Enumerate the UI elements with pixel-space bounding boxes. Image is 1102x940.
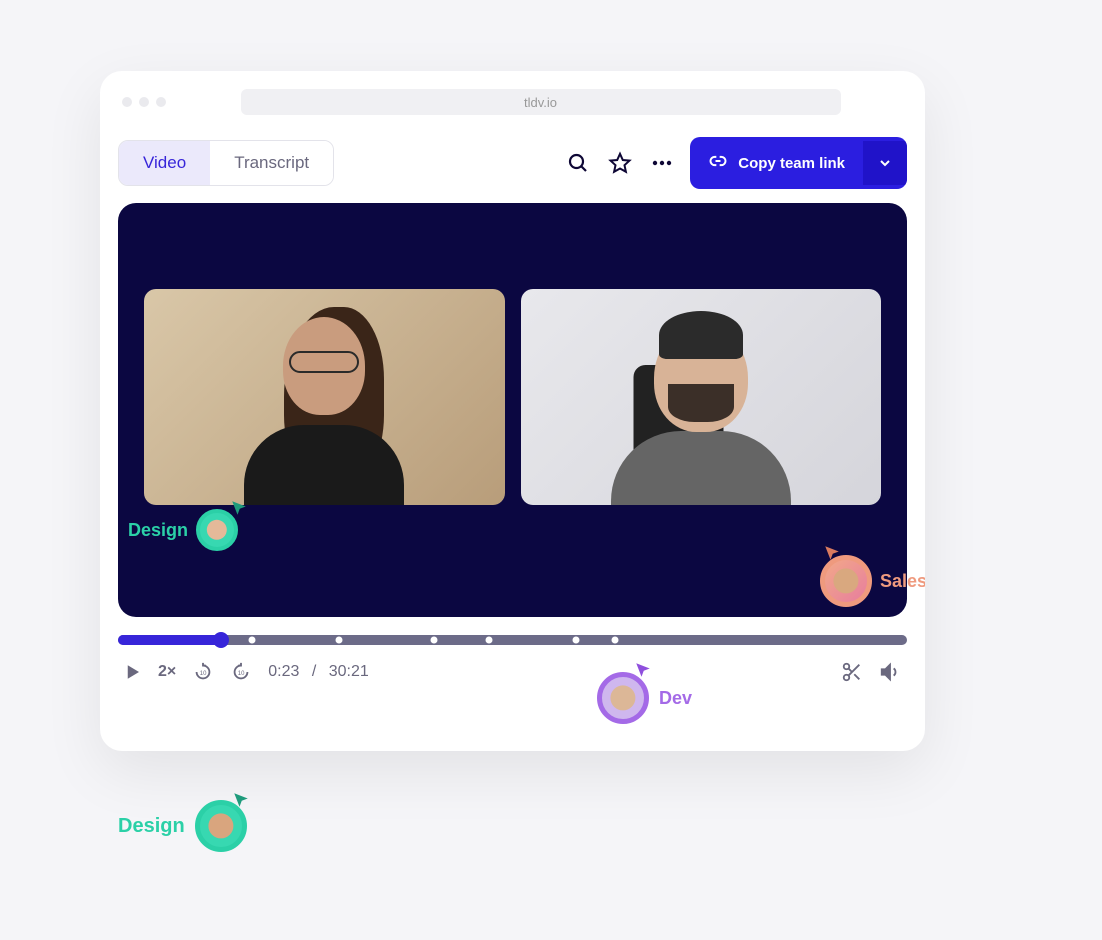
forward-10-icon[interactable]: 10 — [230, 661, 252, 683]
more-icon[interactable] — [648, 149, 676, 177]
progress-marker[interactable] — [249, 637, 256, 644]
progress-marker[interactable] — [430, 637, 437, 644]
progress-marker[interactable] — [485, 637, 492, 644]
link-icon — [708, 151, 728, 175]
dot — [122, 97, 132, 107]
copy-team-link-main[interactable]: Copy team link — [690, 137, 863, 189]
cursor-design-avatar — [196, 509, 238, 551]
dot — [139, 97, 149, 107]
toolbar: Video Transcript Copy team link — [100, 125, 925, 203]
player-controls: 2× 10 10 0:23 / 30:21 — [100, 645, 925, 683]
video-progress-bar[interactable] — [118, 635, 907, 645]
cursor-sales-label: Sales — [880, 571, 925, 592]
duration: 30:21 — [329, 663, 369, 680]
progress-thumb[interactable] — [213, 632, 229, 648]
copy-team-link-label: Copy team link — [738, 155, 845, 172]
rewind-10-icon[interactable]: 10 — [192, 661, 214, 683]
cursor-sales: Sales — [820, 555, 925, 607]
cursor-dev-avatar — [597, 672, 649, 724]
video-tile-participant-1 — [144, 289, 505, 505]
scissors-icon[interactable] — [841, 661, 863, 683]
cursor-design-outside-label: Design — [118, 815, 185, 838]
progress-fill — [118, 635, 221, 645]
playback-speed-button[interactable]: 2× — [158, 663, 176, 681]
tab-group: Video Transcript — [118, 140, 334, 186]
time-separator: / — [312, 663, 316, 680]
browser-chrome: tldv.io — [100, 71, 925, 125]
time-display: 0:23 / 30:21 — [268, 663, 369, 681]
svg-text:10: 10 — [238, 671, 245, 677]
url-bar[interactable]: tldv.io — [241, 89, 841, 115]
progress-marker[interactable] — [612, 637, 619, 644]
svg-text:10: 10 — [200, 671, 207, 677]
tab-video[interactable]: Video — [119, 141, 210, 185]
window-traffic-lights — [122, 97, 166, 107]
progress-marker[interactable] — [572, 637, 579, 644]
dot — [156, 97, 166, 107]
star-icon[interactable] — [606, 149, 634, 177]
volume-icon[interactable] — [879, 661, 901, 683]
cursor-design-outside-avatar — [195, 800, 247, 852]
cursor-design: Design — [128, 509, 238, 551]
cursor-dev: Dev — [597, 672, 692, 724]
search-icon[interactable] — [564, 149, 592, 177]
video-grid — [144, 289, 881, 505]
cursor-design-label: Design — [128, 520, 188, 541]
cursor-dev-label: Dev — [659, 688, 692, 709]
current-time: 0:23 — [268, 663, 299, 680]
progress-marker[interactable] — [335, 637, 342, 644]
copy-team-link-button[interactable]: Copy team link — [690, 137, 907, 189]
video-player[interactable]: Design Sales — [118, 203, 907, 617]
cursor-design-outside: Design — [118, 800, 247, 852]
copy-team-link-dropdown[interactable] — [863, 141, 907, 185]
browser-window: tldv.io Video Transcript Copy team link — [100, 71, 925, 751]
play-icon[interactable] — [124, 663, 142, 681]
tab-transcript[interactable]: Transcript — [210, 141, 333, 185]
video-tile-participant-2 — [521, 289, 882, 505]
cursor-sales-avatar — [820, 555, 872, 607]
